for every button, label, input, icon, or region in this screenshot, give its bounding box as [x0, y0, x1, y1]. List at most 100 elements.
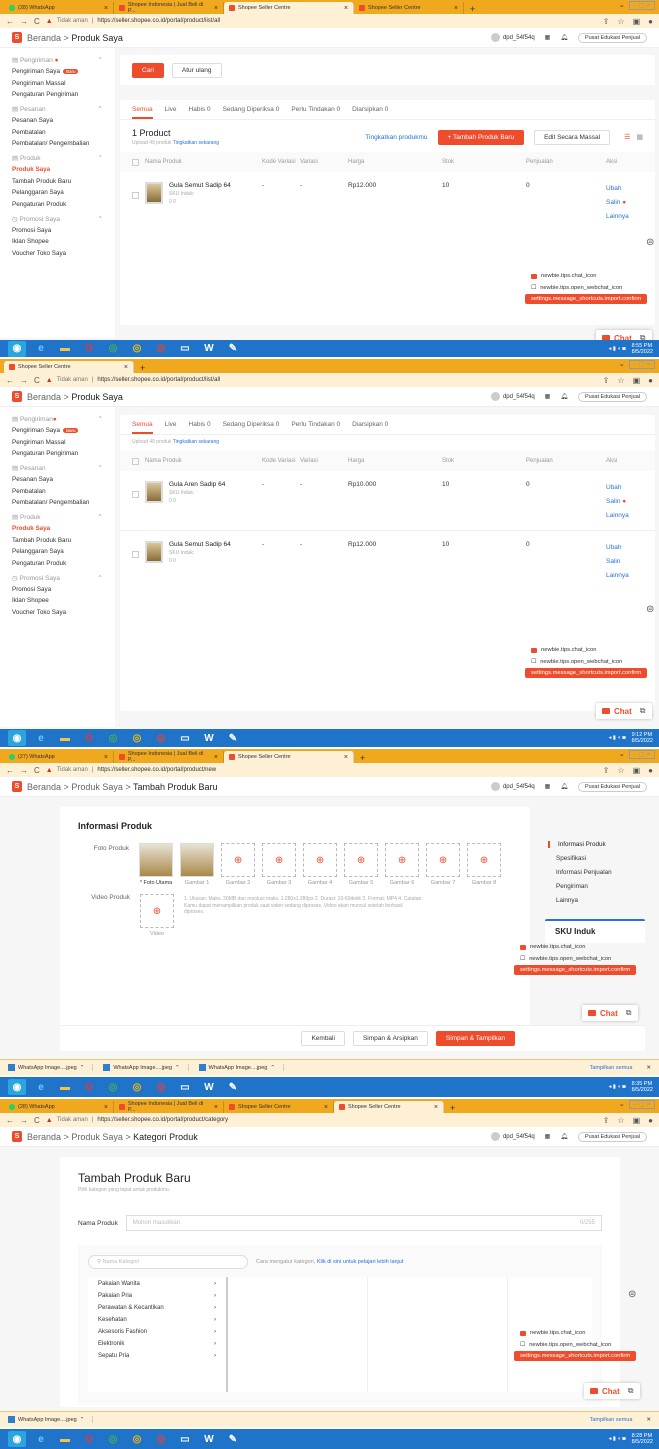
sidebar-item-voucher[interactable]: Voucher Toko Saya	[12, 609, 103, 616]
sidebar-group-promosi[interactable]: ◷ Promosi Saya ⌃	[12, 215, 103, 223]
sidebar-item-iklan[interactable]: Iklan Shopee	[12, 238, 103, 245]
star-icon[interactable]: ☆	[617, 766, 624, 775]
sidebar-group-produk[interactable]: ▤ Produk ⌃	[12, 154, 103, 162]
add-photo-button[interactable]: ⊕	[426, 843, 461, 877]
apps-grid-icon[interactable]: ▦	[545, 783, 551, 790]
chrome-icon[interactable]: ◎	[128, 341, 146, 357]
window-icon[interactable]: ▣	[633, 17, 641, 26]
nav-spesifikasi[interactable]: Spesifikasi	[548, 855, 612, 862]
profile-icon[interactable]: ●	[648, 1116, 653, 1125]
nav-lainnya[interactable]: Lainnya	[548, 897, 612, 904]
sidebar-item-pengembalian[interactable]: Pembatalan/ Pengembalian	[12, 499, 103, 506]
word-icon[interactable]: W	[200, 1079, 218, 1095]
chat-button[interactable]: Chat ⧉	[582, 1005, 638, 1021]
tab-diperiksa[interactable]: Sedang Diperiksa 0	[223, 421, 280, 428]
window-buttons[interactable]: ─ ▢ ✕	[628, 1, 655, 10]
close-icon[interactable]: ×	[434, 1104, 438, 1111]
select-all-checkbox[interactable]	[132, 158, 139, 166]
tab-diperiksa[interactable]: Sedang Diperiksa 0	[223, 106, 280, 113]
word-icon[interactable]: W	[200, 341, 218, 357]
sidebar-item-tambah-produk[interactable]: Tambah Produk Baru	[12, 537, 103, 544]
more-link[interactable]: Lainnya	[606, 509, 643, 523]
paint-icon[interactable]: ✎	[224, 1079, 242, 1095]
tip-confirm[interactable]: settings.message_shortcuts.import.confir…	[525, 294, 648, 304]
opera-icon[interactable]: O	[80, 1079, 98, 1095]
tip-chat[interactable]: newbie.tips.chat_icon	[514, 941, 636, 953]
product-thumbnail[interactable]	[145, 481, 163, 503]
apps-grid-icon[interactable]: ▦	[545, 34, 551, 41]
edit-link[interactable]: Ubah	[606, 541, 643, 555]
chrome-icon[interactable]: ◎	[152, 1079, 170, 1095]
tab-habis[interactable]: Habis 0	[189, 421, 211, 428]
save-publish-button[interactable]: Simpan & Tampilkan	[435, 1031, 515, 1046]
folder-icon[interactable]: ▬	[56, 341, 74, 357]
category-item[interactable]: Pakaian Wanita ›	[98, 1281, 216, 1287]
sidebar-group-pengiriman[interactable]: ▤ Pengiriman ● ⌃	[12, 56, 103, 64]
show-all-link[interactable]: Tampilkan semua	[590, 1417, 633, 1423]
sidebar-item-pengiriman-massal[interactable]: Pengiriman Massal	[12, 80, 103, 87]
add-product-button[interactable]: + Tambah Produk Baru	[437, 129, 525, 145]
reload-icon[interactable]: C	[34, 1116, 40, 1125]
sidebar-item-produk-saya[interactable]: Produk Saya	[12, 525, 103, 532]
forward-icon[interactable]: →	[20, 17, 28, 26]
share-icon[interactable]: ⇪	[603, 376, 610, 385]
chrome-icon[interactable]: ◎	[152, 730, 170, 746]
star-icon[interactable]: ☆	[617, 1116, 624, 1125]
forward-icon[interactable]: →	[20, 376, 28, 385]
bell-icon[interactable]: 🔔︎	[560, 34, 568, 41]
close-icon[interactable]: ✕	[646, 1417, 651, 1423]
new-tab-button[interactable]: +	[464, 4, 481, 14]
category-item[interactable]: Aksesoris Fashion ›	[98, 1329, 216, 1335]
paint-icon[interactable]: ✎	[224, 341, 242, 357]
back-icon[interactable]: ←	[6, 376, 14, 385]
side-float-icon[interactable]: ⊜	[628, 1289, 636, 1300]
tab-perlu-tindakan[interactable]: Perlu Tindakan 0	[291, 106, 340, 113]
browser-tab[interactable]: (27) WhatsApp ×	[4, 751, 114, 763]
tip-chat[interactable]: newbie.tips.chat_icon	[514, 1327, 636, 1339]
nav-pengiriman[interactable]: Pengiriman	[548, 883, 612, 890]
profile-icon[interactable]: ●	[648, 17, 653, 26]
show-all-link[interactable]: Tampilkan semua	[590, 1065, 633, 1071]
app-icon[interactable]: ▭	[176, 1431, 194, 1447]
sidebar-item-pengembalian[interactable]: Pembatalan/ Pengembalian	[12, 140, 103, 147]
chrome-icon[interactable]: ◎	[104, 730, 122, 746]
edu-button[interactable]: Pusat Edukasi Penjual	[577, 32, 647, 43]
add-photo-button[interactable]: ⊕	[385, 843, 420, 877]
more-link[interactable]: Lainnya	[606, 210, 643, 224]
window-buttons[interactable]: ─ ▢ ✕	[628, 750, 655, 759]
profile-icon[interactable]: ●	[648, 376, 653, 385]
sidebar-item-promosi-saya[interactable]: Promosi Saya	[12, 586, 103, 593]
shopee-logo[interactable]: S	[12, 391, 22, 402]
close-icon[interactable]: ×	[344, 754, 348, 761]
tab-diarsipkan[interactable]: Diarsipkan 0	[352, 106, 388, 113]
window-buttons[interactable]: ─ ▢ ✕	[628, 1100, 655, 1109]
add-photo-button[interactable]: ⊕	[344, 843, 379, 877]
apps-grid-icon[interactable]: ▦	[545, 393, 551, 400]
sidebar-item-pesanan-saya[interactable]: Pesanan Saya	[12, 117, 103, 124]
row-checkbox[interactable]	[132, 192, 139, 199]
row-checkbox[interactable]	[132, 551, 139, 558]
row-checkbox[interactable]	[132, 491, 139, 498]
close-icon[interactable]: ×	[104, 1104, 108, 1111]
reload-icon[interactable]: C	[34, 376, 40, 385]
chat-button[interactable]: Chat ⧉	[596, 703, 652, 719]
browser-tab-active[interactable]: Shopee Seller Centre ×	[4, 361, 134, 373]
chevron-down-icon[interactable]: ⌄	[619, 1, 625, 10]
chat-button[interactable]: Chat ⧉	[584, 1383, 640, 1399]
url-field[interactable]: ▲ Tidak aman | https://seller.shopee.co.id/…	[46, 377, 597, 384]
new-tab-button[interactable]: +	[354, 753, 371, 763]
download-item[interactable]: WhatsApp Image....jpeg ⌃	[8, 1416, 94, 1423]
sidebar-item-produk-saya[interactable]: Produk Saya	[12, 166, 103, 173]
tab-perlu-tindakan[interactable]: Perlu Tindakan 0	[291, 421, 340, 428]
close-icon[interactable]: ×	[124, 364, 128, 371]
opera-icon[interactable]: O	[80, 730, 98, 746]
download-item[interactable]: WhatsApp Image....jpeg ⌃	[198, 1064, 284, 1071]
window-buttons[interactable]: ─ ▢ ✕	[628, 360, 655, 369]
window-icon[interactable]: ▣	[633, 376, 641, 385]
learn-more-link[interactable]: Klik di sini untuk pelajari lebih lanjut	[317, 1259, 404, 1265]
tab-semua[interactable]: Semua	[132, 421, 153, 434]
category-item[interactable]: Elektronik ›	[98, 1341, 216, 1347]
browser-tab[interactable]: (28) WhatsApp ×	[4, 2, 114, 14]
close-icon[interactable]: ×	[344, 5, 348, 12]
side-float-icon[interactable]: ⊜	[646, 604, 654, 615]
